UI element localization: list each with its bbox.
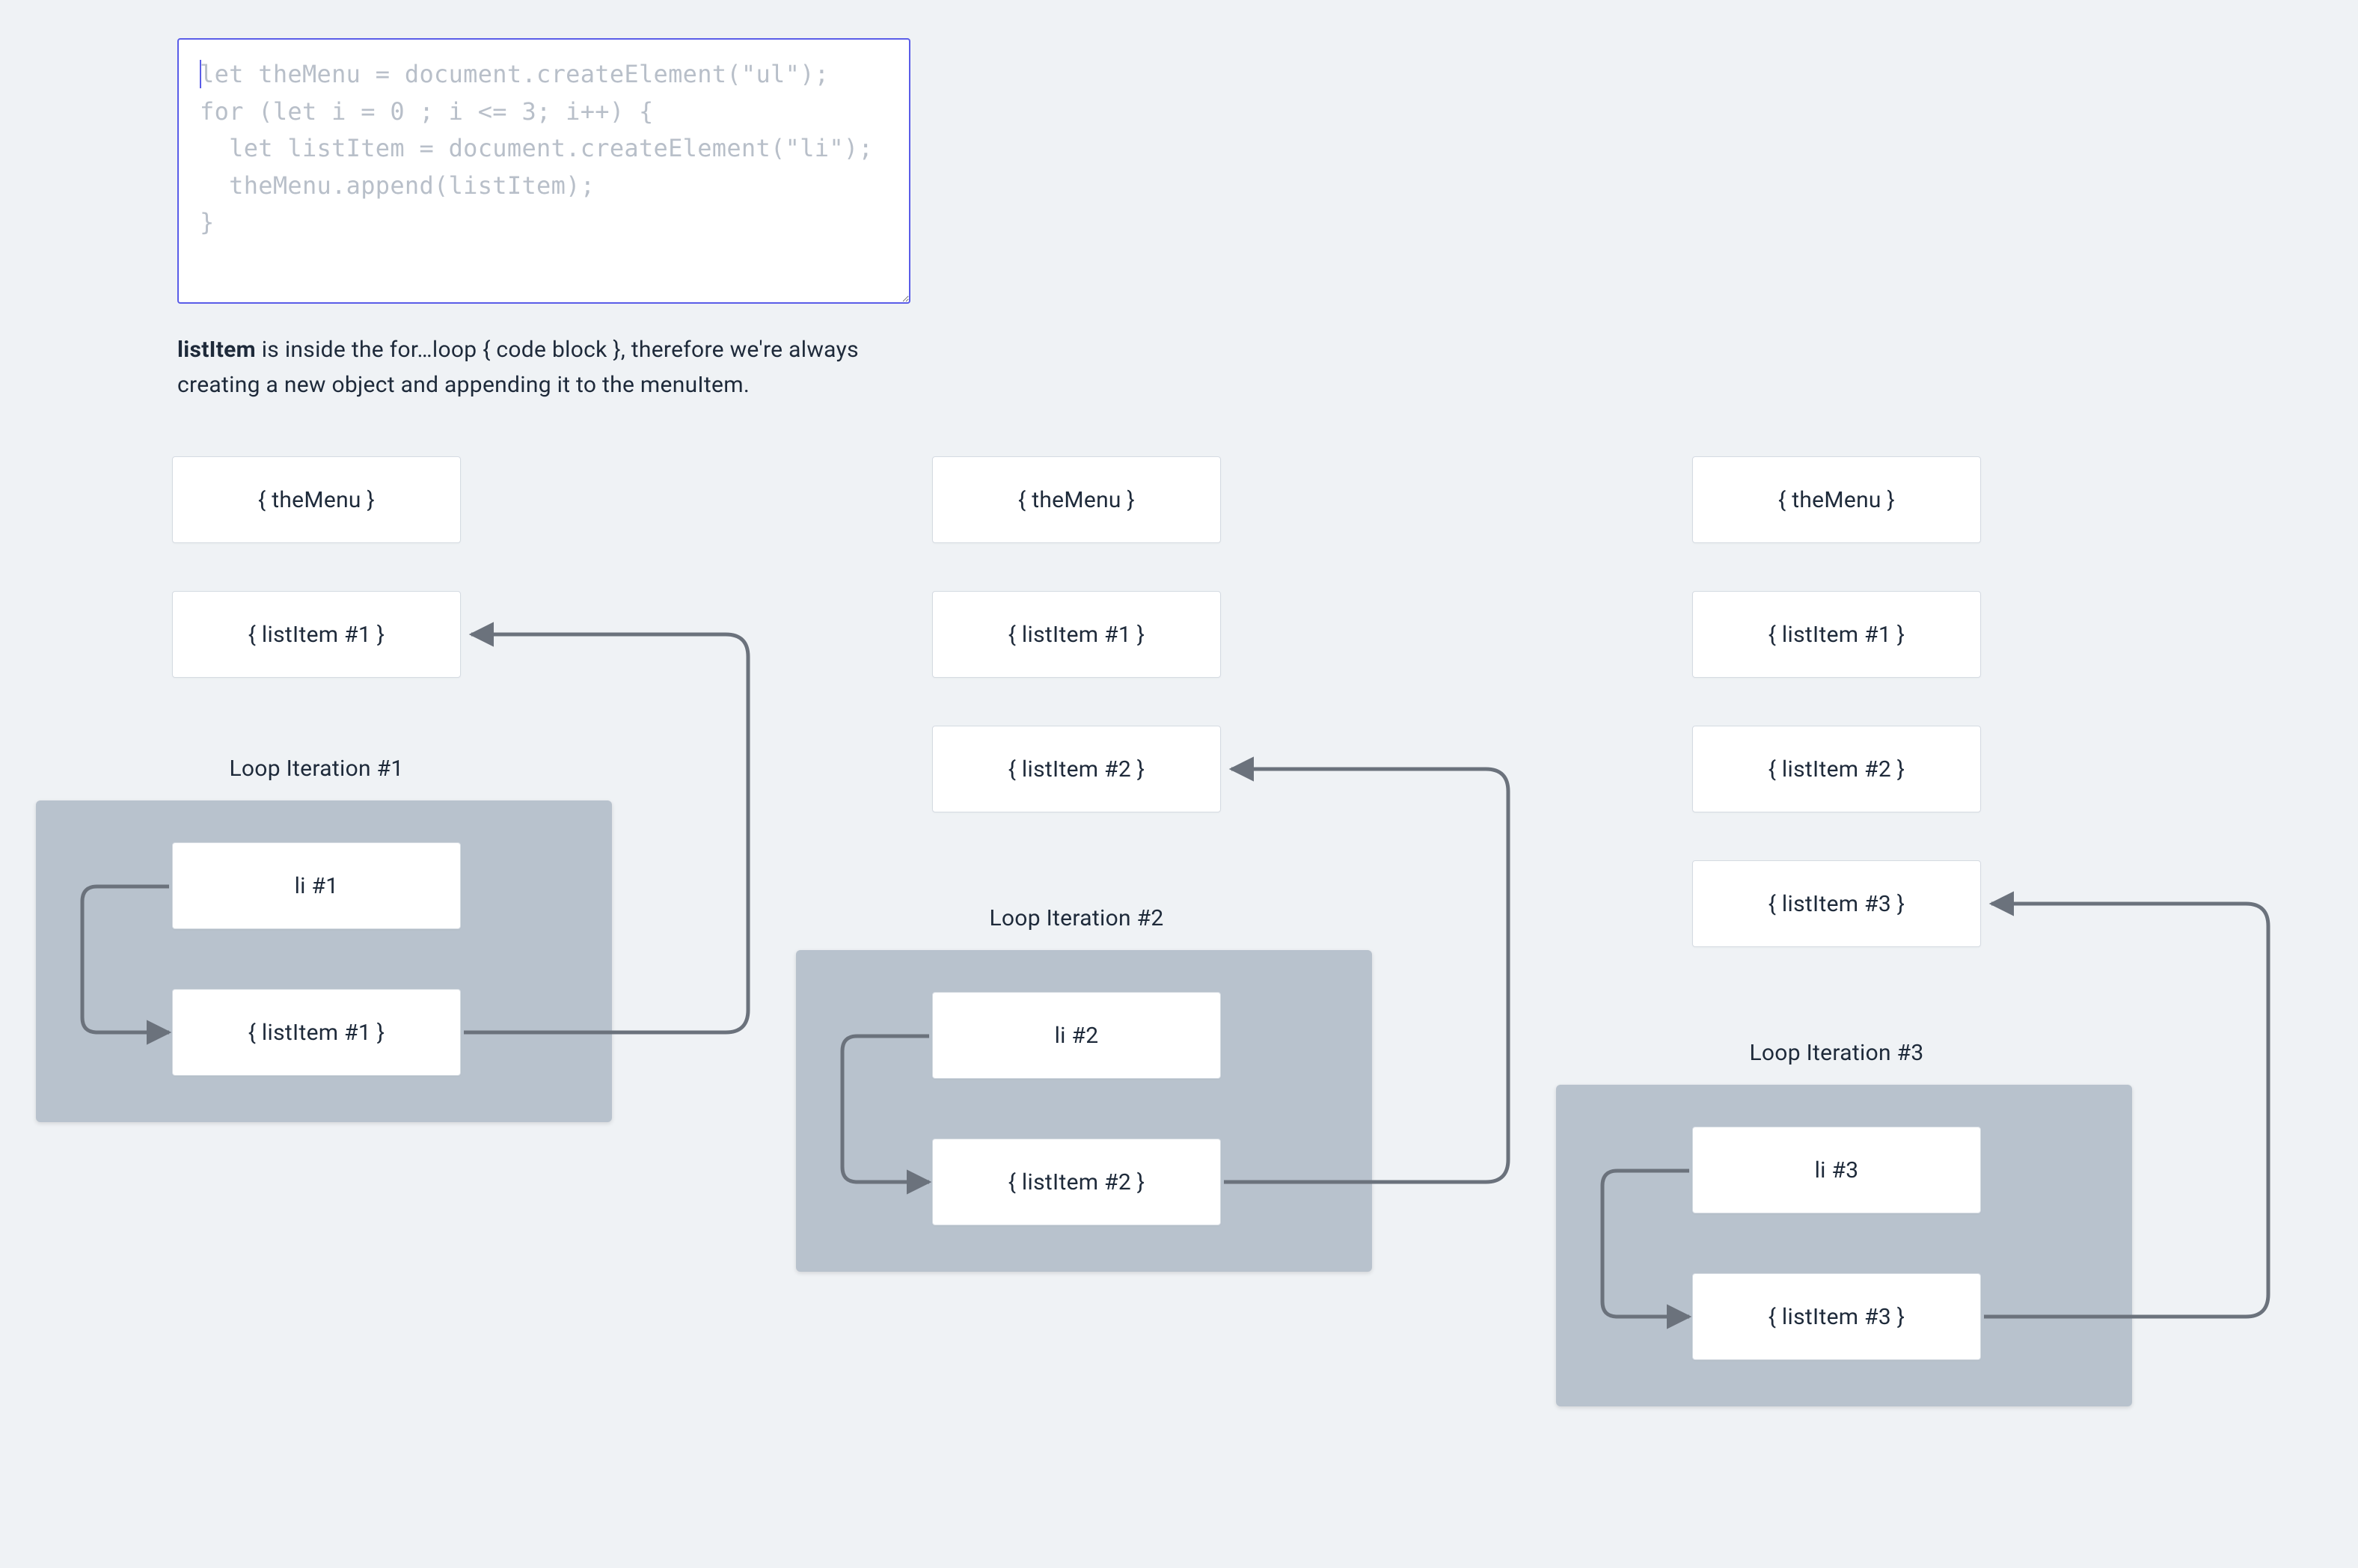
node-listItem3-in: { listItem #3 } bbox=[1692, 1273, 1981, 1360]
node-listItem3: { listItem #3 } bbox=[1692, 860, 1981, 947]
iteration-label-2: Loop Iteration #2 bbox=[932, 905, 1221, 931]
code-textarea[interactable]: let theMenu = document.createElement("ul… bbox=[177, 38, 910, 304]
explanation-text: listItem is inside the for…loop { code b… bbox=[177, 333, 940, 402]
explanation-rest: is inside the for…loop { code block }, t… bbox=[177, 337, 859, 398]
code-line: for (let i = 0 ; i <= 3; i++) { bbox=[200, 97, 654, 126]
node-listItem2-in: { listItem #2 } bbox=[932, 1139, 1221, 1225]
node-theMenu: { theMenu } bbox=[1692, 456, 1981, 543]
iteration-box-2: li #2 { listItem #2 } bbox=[796, 950, 1372, 1272]
node-listItem2: { listItem #2 } bbox=[932, 726, 1221, 812]
iteration-box-1: li #1 { listItem #1 } bbox=[36, 800, 612, 1122]
code-line: } bbox=[200, 208, 215, 236]
code-line: let listItem = document.createElement("l… bbox=[200, 134, 873, 162]
node-listItem1: { listItem #1 } bbox=[172, 591, 461, 678]
node-li-3: li #3 bbox=[1692, 1127, 1981, 1213]
iteration-label-3: Loop Iteration #3 bbox=[1692, 1040, 1981, 1066]
node-theMenu: { theMenu } bbox=[172, 456, 461, 543]
code-line: theMenu.append(listItem); bbox=[200, 171, 595, 200]
node-listItem1-in: { listItem #1 } bbox=[172, 989, 461, 1076]
iteration-label-1: Loop Iteration #1 bbox=[172, 756, 461, 782]
code-line: let theMenu = document.createElement("ul… bbox=[200, 60, 829, 88]
node-li-1: li #1 bbox=[172, 842, 461, 929]
node-listItem1: { listItem #1 } bbox=[932, 591, 1221, 678]
iteration-box-3: li #3 { listItem #3 } bbox=[1556, 1085, 2132, 1406]
node-theMenu: { theMenu } bbox=[932, 456, 1221, 543]
explanation-bold: listItem bbox=[177, 337, 256, 363]
node-listItem2: { listItem #2 } bbox=[1692, 726, 1981, 812]
node-listItem1: { listItem #1 } bbox=[1692, 591, 1981, 678]
node-li-2: li #2 bbox=[932, 992, 1221, 1079]
